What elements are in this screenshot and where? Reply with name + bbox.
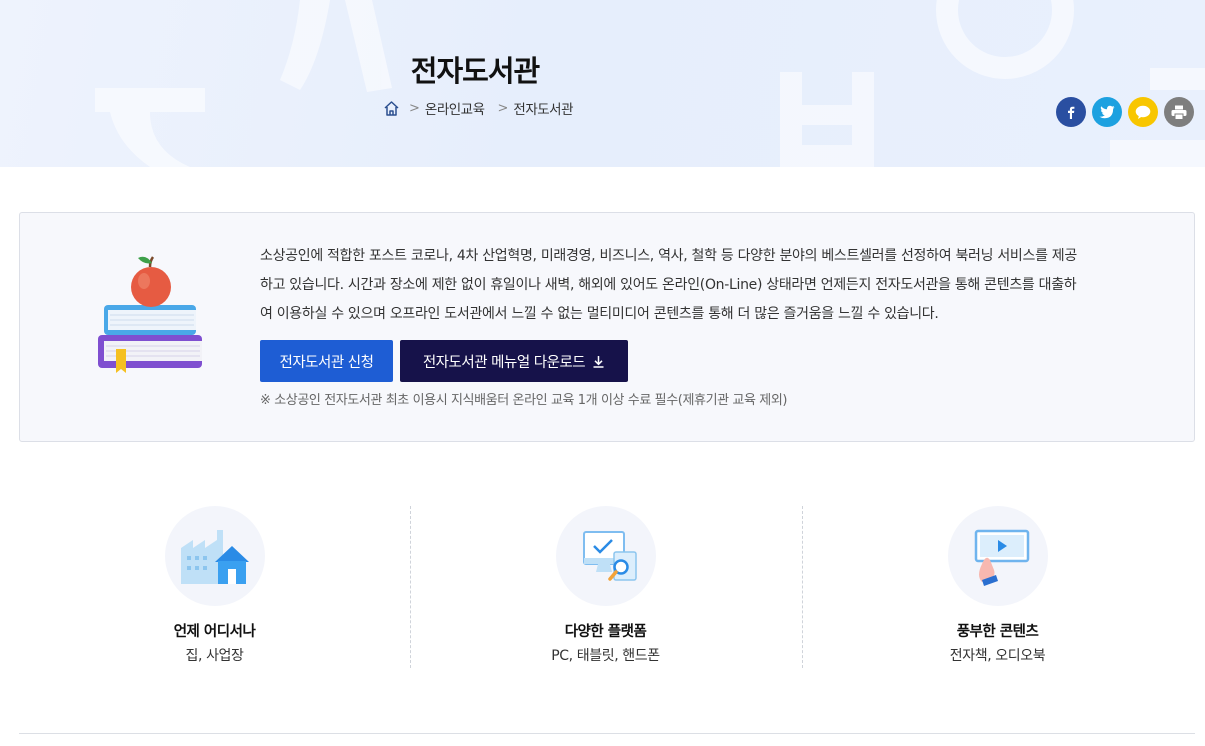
kakaotalk-icon [1135,105,1151,119]
feature-subtitle: 집, 사업장 [185,648,244,664]
section-divider [19,733,1195,734]
feature-title: 다양한 플랫폼 [564,624,647,640]
chevron-right-icon: > [497,100,509,116]
feature-anytime-anywhere: 언제 어디서나 집, 사업장 [19,506,410,668]
page-header-banner: 전자도서관 > 온라인교육 > 전자도서관 [0,0,1205,167]
download-icon [593,355,604,368]
intro-line: 여 이용하실 수 있으며 오프라인 도서관에서 느낄 수 없는 멀티미디어 콘텐… [260,306,939,322]
e-library-intro-box: 소상공인에 적합한 포스트 코로나, 4차 산업혁명, 미래경영, 비즈니스, … [19,212,1195,442]
feature-subtitle: PC, 태블릿, 핸드폰 [551,648,660,664]
feature-rich-contents: 풍부한 콘텐츠 전자책, 오디오북 [802,506,1193,668]
feature-title: 언제 어디서나 [173,624,256,640]
breadcrumb-item-e-library[interactable]: 전자도서관 [513,98,573,118]
intro-description: 소상공인에 적합한 포스트 코로나, 4차 산업혁명, 미래경영, 비즈니스, … [260,242,1160,329]
building-home-icon [180,530,249,584]
feature-title: 풍부한 콘텐츠 [956,624,1039,640]
books-apple-illustration [98,256,202,373]
print-icon [1171,105,1187,120]
facebook-icon [1068,106,1075,119]
breadcrumb-item-online-education[interactable]: 온라인교육 [425,98,485,118]
kakaotalk-share-button[interactable] [1128,97,1158,127]
print-button[interactable] [1164,97,1194,127]
video-screen-icon [974,529,1029,586]
download-manual-button[interactable]: 전자도서관 메뉴얼 다운로드 [400,340,628,382]
apply-e-library-button[interactable]: 전자도서관 신청 [260,340,393,382]
feature-various-platforms: 다양한 플랫폼 PC, 태블릿, 핸드폰 [410,506,801,668]
twitter-share-button[interactable] [1092,97,1122,127]
breadcrumb: > 온라인교육 > 전자도서관 [383,98,574,118]
download-manual-label: 전자도서관 메뉴얼 다운로드 [422,354,586,371]
chevron-right-icon: > [409,100,420,116]
page-title: 전자도서관 [410,54,540,88]
usage-note: ※ 소상공인 전자도서관 최초 이용시 지식배움터 온라인 교육 1개 이상 수… [260,393,788,408]
intro-line: 하고 있습니다. 시간과 장소에 제한 없이 휴일이나 새벽, 해외에 있어도 … [260,277,1077,293]
share-buttons [1056,97,1194,127]
intro-line: 소상공인에 적합한 포스트 코로나, 4차 산업혁명, 미래경영, 비즈니스, … [260,248,1077,264]
devices-icon [582,531,637,581]
facebook-share-button[interactable] [1056,97,1086,127]
feature-subtitle: 전자책, 오디오북 [949,648,1046,664]
home-icon[interactable] [383,100,400,117]
twitter-icon [1099,105,1115,119]
